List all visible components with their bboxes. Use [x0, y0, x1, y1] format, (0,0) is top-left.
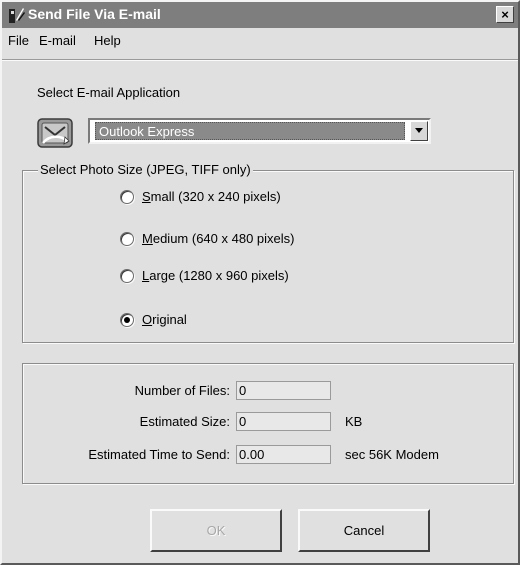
radio-small-label: Small (320 x 240 pixels)	[142, 189, 281, 204]
window-title: Send File Via E-mail	[28, 6, 161, 22]
title-bar[interactable]: Send File Via E-mail ×	[2, 2, 518, 28]
chevron-down-icon	[415, 128, 423, 133]
email-application-icon	[37, 118, 73, 148]
estimated-size-field: 0	[236, 412, 331, 431]
estimated-time-unit: sec 56K Modem	[345, 447, 439, 462]
radio-large-circle[interactable]	[120, 269, 134, 283]
num-files-label: Number of Files:	[134, 383, 230, 398]
photo-size-group-title: Select Photo Size (JPEG, TIFF only)	[38, 162, 253, 177]
estimated-time-field: 0.00	[236, 445, 331, 464]
send-file-dialog: Send File Via E-mail × File E-mail Help …	[0, 0, 520, 565]
email-app-label: Select E-mail Application	[37, 85, 181, 100]
radio-small-circle[interactable]	[120, 190, 134, 204]
radio-selected-dot	[124, 317, 130, 323]
menu-separator	[2, 59, 518, 61]
email-app-select[interactable]: Outlook Express	[88, 118, 431, 144]
menu-help[interactable]: Help	[94, 33, 121, 48]
radio-medium-circle[interactable]	[120, 232, 134, 246]
estimated-size-label: Estimated Size:	[139, 414, 230, 429]
ok-button[interactable]: OK	[150, 509, 282, 552]
dropdown-button[interactable]	[410, 121, 428, 141]
radio-original-circle[interactable]	[120, 313, 134, 327]
email-app-selected-value: Outlook Express	[95, 122, 405, 140]
num-files-field: 0	[236, 381, 331, 400]
estimated-time-label: Estimated Time to Send:	[88, 447, 230, 462]
radio-original-label: Original	[142, 312, 187, 327]
estimated-size-unit: KB	[345, 414, 363, 429]
dialog-app-icon	[9, 8, 25, 23]
radio-large-label: Large (1280 x 960 pixels)	[142, 268, 289, 283]
menu-bar: File E-mail Help	[2, 30, 518, 52]
menu-email[interactable]: E-mail	[39, 33, 76, 48]
radio-medium-label: Medium (640 x 480 pixels)	[142, 231, 295, 246]
menu-file[interactable]: File	[8, 33, 29, 48]
cancel-button[interactable]: Cancel	[298, 509, 430, 552]
close-button[interactable]: ×	[496, 6, 514, 23]
